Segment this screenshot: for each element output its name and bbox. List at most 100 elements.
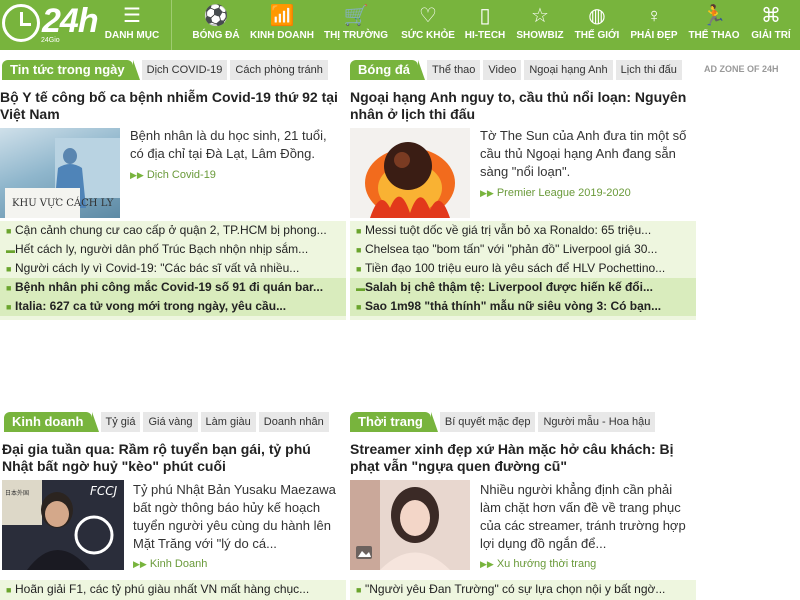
article-summary: Nhiều người khẳng định cần phải làm chặt… bbox=[480, 482, 686, 551]
related-list-football: ■ Messi tuột dốc về giá trị vẫn bỏ xa Ron… bbox=[350, 221, 696, 320]
section-header-business: Kinh doanh Tỷ giá Giá vàng Làm giàu Doan… bbox=[4, 412, 329, 432]
image-sign-text: FCCJ bbox=[90, 484, 118, 498]
list-item[interactable]: ■ Người cách ly vì Covid-19: "Các bác sĩ … bbox=[0, 259, 346, 278]
category-link[interactable]: ▶▶ Premier League 2019-2020 bbox=[480, 187, 631, 199]
headline-news[interactable]: Bộ Y tế công bố ca bệnh nhiễm Covid-19 t… bbox=[0, 89, 340, 123]
nav-item-kinh-doanh[interactable]: 📶 KINH DOANH bbox=[248, 0, 316, 50]
headline-business[interactable]: Đại gia tuần qua: Rầm rộ tuyển bạn gái, … bbox=[2, 441, 342, 475]
list-item[interactable]: ■ Cận cảnh chung cư cao cấp ở quận 2, TP.… bbox=[0, 221, 346, 240]
list-item-text: Hoãn giải F1, các tỷ phú giàu nhất VN mấ… bbox=[15, 582, 310, 596]
list-item[interactable]: ■ Italia: 627 ca tử vong mới trong ngày, … bbox=[0, 297, 346, 316]
category-link[interactable]: ▶▶ Dịch Covid-19 bbox=[130, 169, 216, 181]
double-chevron-icon: ▶▶ bbox=[130, 170, 144, 180]
list-item[interactable]: ■ Hoãn giải F1, các tỷ phú giàu nhất VN m… bbox=[0, 580, 346, 599]
bullet-icon: ■ bbox=[356, 245, 362, 255]
section-tab[interactable]: Ngoại hạng Anh bbox=[524, 60, 613, 80]
video-icon: ▬ bbox=[356, 283, 365, 293]
list-item[interactable]: ▬Hết cách ly, người dân phố Trúc Bạch nh… bbox=[0, 240, 346, 259]
section-tab[interactable]: Giá vàng bbox=[143, 412, 198, 432]
list-item-text: Bệnh nhân phi công mắc Covid-19 số 91 đi… bbox=[15, 280, 324, 294]
menu-icon: ☰ bbox=[123, 5, 141, 27]
list-item-text: Tiền đạo 100 triệu euro là yêu sách để H… bbox=[365, 261, 666, 275]
nav-item-label: DANH MỤC bbox=[104, 30, 160, 41]
nav-item-hi-tech[interactable]: ▯ HI-TECH bbox=[460, 0, 510, 50]
section-header-fashion: Thời trang Bí quyết mặc đẹp Người mẫu - … bbox=[350, 412, 656, 432]
list-item[interactable]: ▬Salah bị chê thậm tệ: Liverpool được hi… bbox=[350, 278, 696, 297]
list-item-text: Salah bị chê thậm tệ: Liverpool được hiế… bbox=[365, 280, 653, 294]
article-summary: Tờ The Sun của Anh đưa tin một số cầu th… bbox=[480, 128, 687, 179]
related-list-news: ■ Cận cảnh chung cư cao cấp ở quận 2, TP.… bbox=[0, 221, 346, 320]
bullet-icon: ■ bbox=[6, 302, 12, 312]
nav-item-label: KINH DOANH bbox=[250, 30, 314, 41]
bullet-icon: ■ bbox=[356, 585, 362, 595]
section-tab[interactable]: Cách phòng tránh bbox=[230, 60, 328, 80]
list-item[interactable]: ■ Bệnh nhân phi công mắc Covid-19 số 91 đ… bbox=[0, 278, 346, 297]
section-tab[interactable]: Bí quyết mặc đẹp bbox=[439, 412, 536, 432]
list-item[interactable]: ■ Chelsea tạo "bom tấn" với "phản đồ" Liv… bbox=[350, 240, 696, 259]
related-list-business: ■ Hoãn giải F1, các tỷ phú giàu nhất VN m… bbox=[0, 580, 346, 600]
section-tab[interactable]: Thể thao bbox=[427, 60, 481, 80]
list-item[interactable]: ■ "Người yêu Đan Trường" có sự lựa chọn n… bbox=[350, 580, 696, 599]
list-item[interactable]: ■ Messi tuột dốc về giá trị vẫn bỏ xa Ron… bbox=[350, 221, 696, 240]
section-tab[interactable]: Lịch thi đấu bbox=[615, 60, 682, 80]
category-link[interactable]: ▶▶ Kinh Doanh bbox=[133, 558, 207, 570]
nav-item-danh-mục[interactable]: ☰ DANH MỤC bbox=[100, 0, 164, 50]
section-title[interactable]: Thời trang bbox=[350, 412, 438, 432]
nav-item-label: GIẢI TRÍ bbox=[751, 30, 791, 41]
section-tab[interactable]: Dịch COVID-19 bbox=[141, 60, 228, 80]
star-icon: ☆ bbox=[531, 5, 549, 27]
section-title[interactable]: Tin tức trong ngày bbox=[2, 60, 140, 80]
nav-item-label: THỊ TRƯỜNG bbox=[323, 30, 389, 41]
list-item-text: Người cách ly vì Covid-19: "Các bác sĩ v… bbox=[15, 261, 300, 275]
nav-item-label: SỨC KHỎE bbox=[401, 30, 455, 41]
nav-item-thể-thao[interactable]: 🏃 THỂ THAO bbox=[686, 0, 742, 50]
article-thumbnail[interactable] bbox=[350, 128, 470, 218]
headline-football[interactable]: Ngoại hạng Anh nguy to, cầu thủ nổi loạn… bbox=[350, 89, 690, 123]
bullet-icon: ■ bbox=[6, 226, 12, 236]
bullet-icon: ■ bbox=[6, 264, 12, 274]
nav-item-showbiz[interactable]: ☆ SHOWBIZ bbox=[512, 0, 568, 50]
category-link[interactable]: ▶▶ Xu hướng thời trang bbox=[480, 558, 596, 570]
list-item-text: Cận cảnh chung cư cao cấp ở quận 2, TP.H… bbox=[15, 223, 327, 237]
runner-icon: 🏃 bbox=[701, 5, 727, 27]
video-icon: ▬ bbox=[6, 245, 15, 255]
nav-item-label: HI-TECH bbox=[464, 30, 506, 41]
section-tab[interactable]: Video bbox=[483, 60, 522, 80]
list-item-text: Italia: 627 ca tử vong mới trong ngày, y… bbox=[15, 299, 287, 313]
bar-chart-icon: 📶 bbox=[269, 5, 295, 27]
site-logo[interactable]: 24h 24Gio bbox=[2, 2, 99, 46]
bullet-icon: ■ bbox=[356, 302, 362, 312]
bullet-icon: ■ bbox=[6, 283, 12, 293]
list-item[interactable]: ■ Sao 1m98 "thả thính" mẫu nữ siêu vòng 3… bbox=[350, 297, 696, 316]
nav-item-label: THẾ GIỚI bbox=[574, 30, 620, 41]
bullet-icon: ■ bbox=[6, 585, 12, 595]
article-thumbnail[interactable]: KHU VỰC CÁCH LY bbox=[0, 128, 120, 218]
related-list-fashion: ■ "Người yêu Đan Trường" có sự lựa chọn n… bbox=[350, 580, 696, 600]
nav-item-sức-khỏe[interactable]: ♡ SỨC KHỎE bbox=[396, 0, 460, 50]
article-summary: Bệnh nhân là du học sinh, 21 tuổi, có đị… bbox=[130, 128, 327, 161]
list-item-text: Messi tuột dốc về giá trị vẫn bỏ xa Rona… bbox=[365, 223, 652, 237]
nav-item-thế-giới[interactable]: ◍ THẾ GIỚI bbox=[572, 0, 622, 50]
article-thumbnail[interactable]: 日本外国 FCCJ bbox=[2, 480, 124, 570]
nav-item-giải-trí[interactable]: ⌘ GIẢI TRÍ bbox=[746, 0, 796, 50]
section-title[interactable]: Bóng đá bbox=[350, 60, 425, 80]
clock-logo-icon bbox=[2, 4, 40, 42]
image-sign-text: KHU VỰC CÁCH LY bbox=[12, 197, 114, 209]
list-item-text: Hết cách ly, người dân phố Trúc Bạch nhộ… bbox=[15, 242, 309, 256]
section-title[interactable]: Kinh doanh bbox=[4, 412, 98, 432]
section-tab[interactable]: Người mẫu - Hoa hậu bbox=[538, 412, 656, 432]
article-thumbnail[interactable] bbox=[350, 480, 470, 570]
nav-item-thị-trường[interactable]: 🛒 THỊ TRƯỜNG bbox=[322, 0, 390, 50]
section-tab[interactable]: Làm giàu bbox=[200, 412, 256, 432]
headline-fashion[interactable]: Streamer xinh đẹp xứ Hàn mặc hở câu khác… bbox=[350, 441, 690, 475]
section-tab[interactable]: Doanh nhân bbox=[258, 412, 329, 432]
nav-item-bóng-đá[interactable]: ⚽ BÓNG ĐÁ bbox=[188, 0, 244, 50]
hospital-worker-image: KHU VỰC CÁCH LY bbox=[5, 138, 120, 218]
section-tab[interactable]: Tỷ giá bbox=[100, 412, 141, 432]
list-item[interactable]: ■ Tiền đạo 100 triệu euro là yêu sách để … bbox=[350, 259, 696, 278]
double-chevron-icon: ▶▶ bbox=[133, 559, 147, 569]
nav-item-phái-đẹp[interactable]: ♀ PHÁI ĐẸP bbox=[626, 0, 682, 50]
burning-ball-image bbox=[365, 142, 455, 218]
devices-icon: ▯ bbox=[479, 5, 491, 27]
bullet-icon: ■ bbox=[356, 226, 362, 236]
